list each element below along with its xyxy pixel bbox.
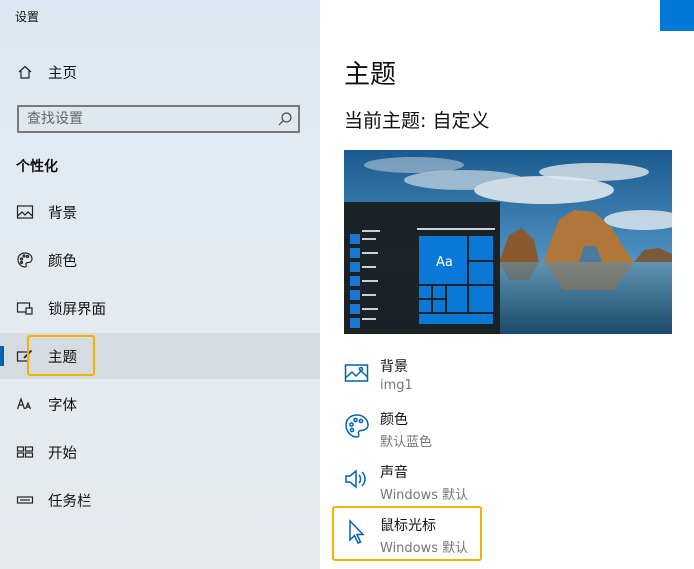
main-panel: 主题 当前主题: 自定义 Aa 背景 img1 颜色 默认蓝色 声音 Windo… [320,0,694,569]
search-icon[interactable] [276,110,294,128]
sidebar-item-label: 开始 [48,445,77,462]
sidebar-item-label: 字体 [48,397,77,414]
page-title: 主题 [344,60,397,90]
sidebar-item-start[interactable]: 开始 [0,429,320,475]
setting-label: 颜色 [380,412,408,428]
setting-value: Windows 默认 [380,488,469,503]
sidebar-item-fonts[interactable]: 字体 [0,381,320,427]
setting-value: Windows 默认 [380,541,469,556]
sidebar-item-label: 颜色 [48,253,77,270]
lock-screen-icon [16,299,34,317]
sidebar-item-label: 背景 [48,205,77,222]
home-icon [16,63,34,81]
font-icon [16,395,34,413]
palette-icon [344,413,370,439]
preview-tile-text: Aa [436,255,453,270]
taskbar-icon [16,491,34,509]
theme-preview: Aa [344,150,672,334]
app-title: 设置 [15,10,40,24]
sidebar-item-label: 主题 [48,349,77,366]
setting-background[interactable]: 背景 img1 [344,356,664,402]
theme-brush-icon [16,347,34,365]
sidebar: 设置 主页 个性化 背景 [0,0,320,569]
setting-sounds[interactable]: 声音 Windows 默认 [344,462,664,508]
cursor-icon [344,519,370,545]
current-theme-label: 当前主题: 自定义 [344,110,490,132]
sidebar-item-home[interactable]: 主页 [0,49,320,95]
setting-value: img1 [380,378,413,393]
setting-label: 声音 [380,465,408,481]
start-menu-icon [16,443,34,461]
sidebar-item-label: 主页 [48,65,77,82]
sidebar-item-lock-screen[interactable]: 锁屏界面 [0,285,320,331]
palette-icon [16,251,34,269]
sidebar-item-taskbar[interactable]: 任务栏 [0,477,320,523]
setting-value: 默认蓝色 [380,435,433,450]
sidebar-item-label: 任务栏 [48,493,92,510]
selection-indicator [0,346,4,366]
picture-icon [344,360,370,386]
settings-window: 设置 主页 个性化 背景 [0,0,694,569]
sidebar-item-label: 锁屏界面 [48,301,106,318]
setting-label: 鼠标光标 [380,518,436,534]
sidebar-item-colors[interactable]: 颜色 [0,237,320,283]
search-input[interactable] [27,110,267,128]
speaker-icon [344,466,370,492]
setting-mouse-cursor[interactable]: 鼠标光标 Windows 默认 [344,515,664,561]
window-control-button[interactable] [660,0,694,31]
setting-label: 背景 [380,359,408,375]
section-heading: 个性化 [16,159,58,175]
sidebar-item-background[interactable]: 背景 [0,189,320,235]
picture-icon [16,203,34,221]
sidebar-item-themes[interactable]: 主题 [0,333,320,379]
search-box[interactable] [17,105,300,133]
setting-colors[interactable]: 颜色 默认蓝色 [344,409,664,455]
